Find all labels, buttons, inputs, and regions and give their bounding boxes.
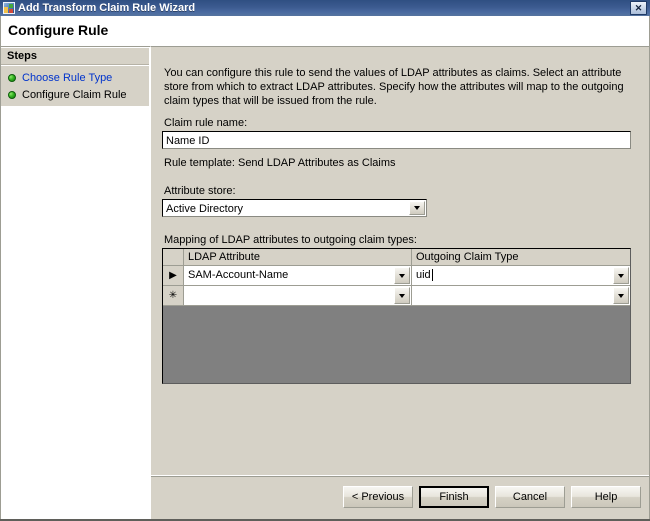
grid-header-outgoing-claim-type[interactable]: Outgoing Claim Type (412, 249, 630, 266)
cell-ldap-attribute[interactable] (184, 286, 412, 306)
previous-button[interactable]: < Previous (343, 486, 413, 508)
cancel-button[interactable]: Cancel (495, 486, 565, 508)
sidebar-item-label: Choose Rule Type (22, 71, 113, 84)
button-row: < Previous Finish Cancel Help (343, 486, 641, 508)
steps-list: Choose Rule Type Configure Claim Rule (0, 66, 149, 106)
mapping-grid[interactable]: LDAP Attribute Outgoing Claim Type ▶ SAM… (162, 248, 631, 384)
close-icon[interactable]: ✕ (630, 1, 647, 15)
step-bullet-icon (8, 73, 16, 82)
cell-ldap-attribute[interactable]: SAM-Account-Name (184, 266, 412, 286)
attribute-store-select[interactable]: Active Directory (162, 199, 427, 217)
sidebar-item-label: Configure Claim Rule (22, 88, 127, 101)
steps-header-label: Steps (7, 50, 37, 62)
cell-outgoing-claim-type[interactable] (412, 286, 630, 306)
chevron-down-icon[interactable] (613, 267, 629, 284)
sidebar-item-configure-claim-rule[interactable]: Configure Claim Rule (0, 86, 149, 103)
main-panel: You can configure this rule to send the … (150, 46, 650, 475)
steps-sidebar: Steps Choose Rule Type Configure Claim R… (0, 46, 150, 515)
attribute-store-value: Active Directory (166, 203, 244, 215)
steps-header: Steps (0, 48, 149, 65)
table-row[interactable]: ▶ SAM-Account-Name uid (163, 266, 630, 286)
table-row[interactable]: ✳ (163, 286, 630, 306)
chevron-down-icon[interactable] (613, 287, 629, 304)
footer-bar: < Previous Finish Cancel Help (150, 475, 650, 521)
grid-header-ldap-attribute[interactable]: LDAP Attribute (184, 249, 412, 266)
mapping-label: Mapping of LDAP attributes to outgoing c… (164, 234, 417, 246)
grid-header-row: LDAP Attribute Outgoing Claim Type (163, 249, 630, 266)
grid-header-selector (163, 249, 184, 266)
claim-rule-name-input[interactable]: Name ID (162, 131, 631, 149)
rule-template-label: Rule template: Send LDAP Attributes as C… (164, 157, 396, 169)
window-title: Add Transform Claim Rule Wizard (18, 2, 196, 14)
wizard-app-icon (3, 2, 15, 14)
row-selector-new-icon[interactable]: ✳ (163, 286, 184, 306)
wizard-window: Add Transform Claim Rule Wizard ✕ Config… (0, 0, 650, 521)
chevron-down-icon[interactable] (394, 267, 410, 284)
page-title: Configure Rule (8, 22, 109, 38)
attribute-store-label: Attribute store: (164, 185, 236, 197)
cell-outgoing-claim-type-value: uid (412, 266, 612, 285)
chevron-down-icon[interactable] (409, 201, 425, 215)
cell-outgoing-claim-type[interactable]: uid (412, 266, 630, 286)
finish-button[interactable]: Finish (419, 486, 489, 508)
claim-rule-name-label: Claim rule name: (164, 117, 248, 129)
intro-text: You can configure this rule to send the … (164, 67, 624, 107)
chevron-down-icon[interactable] (394, 287, 410, 304)
footer-separator (151, 476, 650, 477)
cell-outgoing-claim-type-value (412, 286, 612, 305)
title-bar: Add Transform Claim Rule Wizard ✕ (0, 0, 650, 16)
window-frame-left (0, 16, 1, 521)
help-button[interactable]: Help (571, 486, 641, 508)
cell-ldap-attribute-value (184, 286, 393, 305)
page-header: Configure Rule (0, 16, 650, 46)
step-bullet-icon (8, 90, 16, 99)
sidebar-item-choose-rule-type[interactable]: Choose Rule Type (0, 69, 149, 86)
cell-ldap-attribute-value: SAM-Account-Name (188, 269, 289, 281)
row-selector-current-icon[interactable]: ▶ (163, 266, 184, 286)
